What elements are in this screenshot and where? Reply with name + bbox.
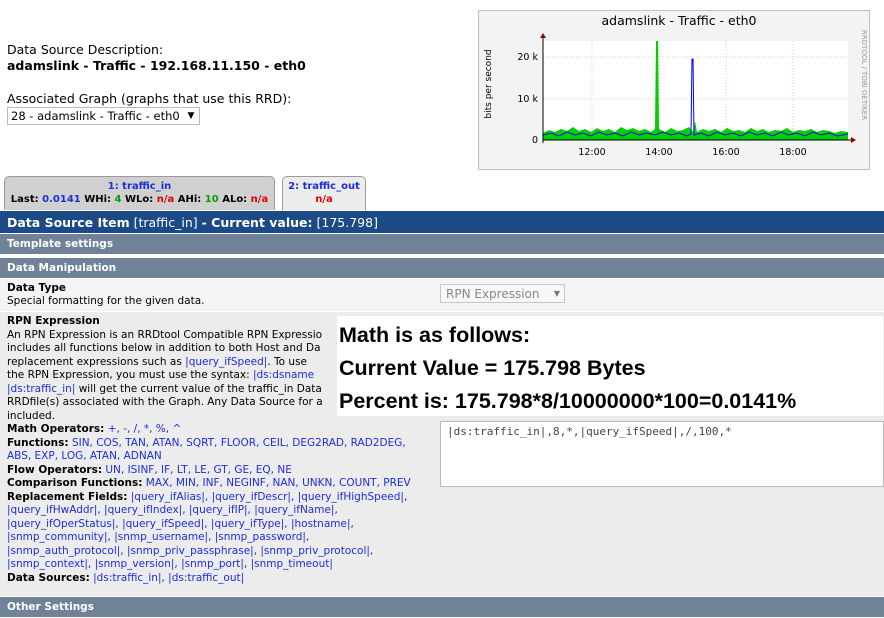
functions-list[interactable]: ABS, EXP, LOG, ATAN, ADNAN	[7, 450, 437, 464]
section-data-manipulation: Data Manipulation	[0, 258, 884, 278]
last-value: 0.0141	[42, 194, 81, 205]
replacement-fields[interactable]: |snmp_community|, |snmp_username|, |snmp…	[7, 531, 437, 545]
data-source-description-value: adamslink - Traffic - 192.168.11.150 - e…	[7, 58, 306, 73]
graph-x-tick: 18:00	[779, 147, 806, 158]
functions-list[interactable]: SIN, COS, TAN, ATAN, SQRT, FLOOR, CEIL, …	[72, 437, 406, 449]
rpn-desc-line: replacement expressions such as	[7, 355, 186, 368]
tab-traffic-out[interactable]: 2: traffic_out n/a	[282, 176, 366, 210]
rpn-desc-line: the RPN Expression, you must use the syn…	[7, 369, 253, 381]
associated-graph-label: Associated Graph (graphs that use this R…	[7, 91, 292, 106]
graph-y-tick: 0	[532, 135, 538, 146]
rpn-inline-token: |query_ifSpeed|	[185, 355, 268, 368]
item-header-current-label: - Current value:	[201, 214, 313, 230]
replacement-fields[interactable]: |snmp_auth_protocol|, |snmp_priv_passphr…	[7, 545, 437, 559]
graph-title: adamslink - Traffic - eth0	[602, 13, 757, 28]
item-header-name: [traffic_in]	[133, 214, 198, 230]
replacement-fields[interactable]: |query_ifAlias|, |query_ifDescr|, |query…	[131, 491, 408, 503]
rpn-inline-token: |ds:dsname	[252, 369, 315, 381]
associated-graph-selected: 28 - adamslink - Traffic - eth0	[11, 109, 180, 123]
whi-value: 4	[114, 194, 122, 205]
math-operators[interactable]: +, -, /, *, %, ^	[108, 423, 182, 435]
wlo-value: n/a	[156, 194, 175, 205]
traffic-graph[interactable]: adamslink - Traffic - eth0 bits per seco…	[478, 10, 870, 170]
item-header-prefix: Data Source Item	[7, 214, 130, 230]
functions-label: Functions:	[7, 436, 69, 449]
data-type-select[interactable]: RPN Expression ▼	[440, 284, 565, 303]
data-type-selected: RPN Expression	[446, 286, 540, 301]
data-sources-label: Data Sources:	[7, 571, 90, 584]
rpn-expression-input[interactable]: |ds:traffic_in|,8,*,|query_ifSpeed|,/,10…	[440, 421, 884, 487]
data-sources[interactable]: |ds:traffic_in|, |ds:traffic_out|	[93, 572, 244, 584]
math-annotation-overlay: Math is as follows: Current Value = 175.…	[337, 316, 883, 416]
annotation-line: Percent is: 175.798*8/10000000*100=0.014…	[339, 389, 797, 413]
annotation-line: Math is as follows:	[339, 323, 531, 347]
chevron-down-icon: ▼	[187, 111, 195, 121]
ahi-value: 10	[204, 194, 219, 205]
alo-label: ALo:	[222, 194, 248, 205]
rpn-desc-line: will get the current value of the traffi…	[75, 382, 322, 395]
whi-label: WHi:	[84, 194, 112, 205]
graph-x-tick: 12:00	[578, 147, 605, 158]
data-type-label: Data Type	[7, 282, 66, 294]
wlo-label: WLo:	[124, 194, 154, 205]
graph-y-tick: 20 k	[517, 52, 538, 63]
graph-ylabel: bits per second	[484, 49, 494, 118]
replacement-fields[interactable]: |snmp_context|, |snmp_version|, |snmp_po…	[7, 558, 437, 572]
math-operators-label: Math Operators:	[7, 423, 105, 435]
graph-x-tick: 16:00	[712, 147, 739, 158]
ahi-label: AHi:	[177, 194, 202, 205]
graph-side-label: RRDTOOL / TOBI OETIKER	[860, 30, 868, 120]
chevron-down-icon: ▼	[553, 289, 561, 298]
tab-traffic-in[interactable]: 1: traffic_in Last: 0.0141 WHi: 4 WLo: n…	[4, 176, 275, 210]
flow-operators[interactable]: UN, ISINF, IF, LT, LE, GT, GE, EQ, NE	[105, 464, 291, 476]
annotation-line: Current Value = 175.798 Bytes	[339, 356, 646, 380]
rpn-title: RPN Expression	[7, 315, 100, 327]
associated-graph-select[interactable]: 28 - adamslink - Traffic - eth0 ▼	[7, 107, 200, 125]
graph-y-tick: 10 k	[517, 94, 538, 105]
item-header-current-value: [175.798]	[316, 214, 378, 230]
section-template-settings: Template settings	[0, 234, 884, 254]
tab-traffic-in-label: 1: traffic_in	[107, 181, 172, 192]
rpn-desc-line: . To use	[267, 355, 307, 368]
replacement-fields[interactable]: |query_ifHwAddr|, |query_ifIndex|, |quer…	[7, 504, 437, 518]
graph-x-tick: 14:00	[645, 147, 672, 158]
comparison-functions[interactable]: MAX, MIN, INF, NEGINF, NAN, UNKN, COUNT,…	[146, 477, 411, 489]
data-source-description-label: Data Source Description:	[7, 42, 164, 57]
replacement-fields-label: Replacement Fields:	[7, 490, 128, 503]
alo-value: n/a	[250, 194, 269, 205]
replacement-fields[interactable]: |query_ifOperStatus|, |query_ifSpeed|, |…	[7, 518, 437, 532]
data-type-description: Special formatting for the given data.	[7, 295, 205, 307]
rpn-inline-token: |ds:traffic_in|	[7, 382, 76, 395]
section-other-settings: Other Settings	[0, 597, 884, 617]
last-label: Last:	[10, 194, 39, 205]
flow-operators-label: Flow Operators:	[7, 463, 103, 476]
data-source-item-header: Data Source Item [traffic_in] - Current …	[0, 211, 884, 233]
tab-traffic-out-label: 2: traffic_out	[288, 181, 360, 192]
comparison-functions-label: Comparison Functions:	[7, 477, 143, 489]
tab-traffic-out-value: n/a	[315, 194, 333, 205]
